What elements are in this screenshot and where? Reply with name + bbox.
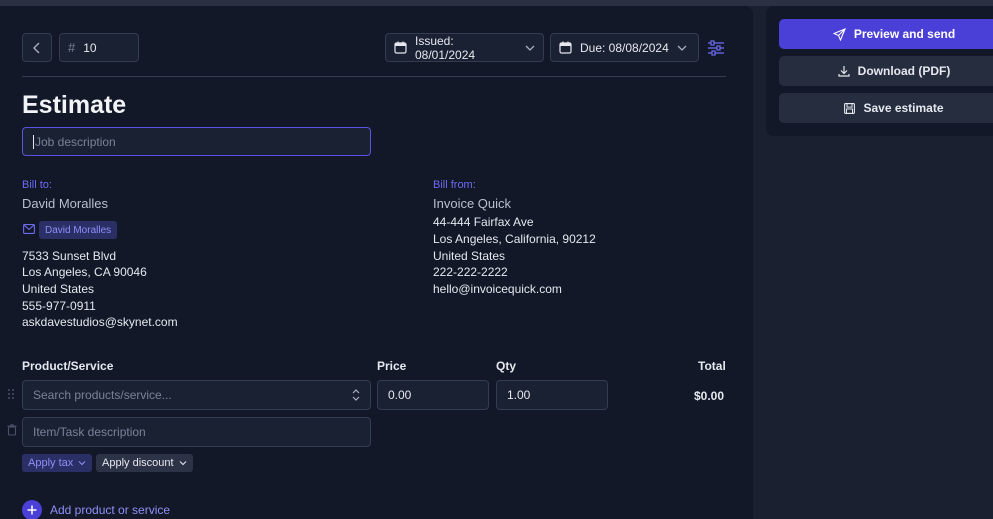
bill-from-label: Bill from: [433,179,476,191]
issued-date-picker[interactable]: Issued: 08/01/2024 [385,33,544,62]
hash-icon: # [68,40,76,55]
plus-circle-icon [22,500,42,519]
item-description-placeholder: Item/Task description [33,425,146,439]
price-input[interactable]: 0.00 [377,380,489,410]
column-header-total: Total [698,359,726,373]
drag-handle-icon[interactable] [7,388,15,400]
issued-date-label: Issued: 08/01/2024 [414,33,476,62]
bill-to-country: United States [22,282,95,296]
price-value: 0.00 [388,388,412,402]
job-description-placeholder: Job description [35,134,116,149]
column-header-product: Product/Service [22,359,114,373]
download-pdf-button[interactable]: Download (PDF) [779,56,993,86]
chevron-down-icon [677,45,687,51]
item-description-input[interactable]: Item/Task description [22,417,371,447]
download-pdf-label: Download (PDF) [857,64,951,78]
add-product-label: Add product or service [50,503,171,517]
bill-from-phone: 222-222-2222 [433,265,508,279]
apply-discount-button[interactable]: Apply discount [96,454,193,472]
bill-to-label: Bill to: [22,179,52,191]
header-divider [22,76,726,77]
bill-from-country: United States [433,249,506,263]
estimate-number-field[interactable]: # 10 [59,33,139,62]
product-search-placeholder: Search products/service... [33,388,172,402]
chevron-updown-icon [352,389,360,401]
product-search-select[interactable]: Search products/service... [22,380,371,410]
due-date-label: Due: 08/08/2024 [580,40,669,55]
chevron-left-icon [33,42,40,53]
mail-icon [23,224,35,234]
save-estimate-label: Save estimate [863,101,944,115]
bill-from-address2: Los Angeles, California, 90212 [433,232,596,246]
bill-to-name[interactable]: David Moralles [22,196,108,211]
apply-tax-label: Apply tax [28,457,74,469]
chevron-down-icon [179,461,186,466]
bill-from-name[interactable]: Invoice Quick [433,196,511,211]
row-total: $0.00 [694,389,725,403]
calendar-icon [559,41,572,54]
apply-discount-label: Apply discount [102,457,174,469]
download-icon [838,66,850,77]
bill-to-phone: 555-977-0911 [22,299,96,313]
preview-send-button[interactable]: Preview and send [779,19,993,49]
column-header-price: Price [377,359,407,373]
bill-to-address1: 7533 Sunset Blvd [22,249,117,263]
preview-send-label: Preview and send [853,27,956,41]
send-icon [832,27,846,41]
save-icon [844,102,856,114]
bill-from-email: hello@invoicequick.com [433,282,562,296]
estimate-number-value: 10 [83,40,97,55]
chevron-down-icon [78,461,86,466]
bill-from-address1: 44-444 Fairfax Ave [433,215,534,229]
chevron-down-icon [525,45,535,51]
qty-value: 1.00 [507,388,531,402]
calendar-icon [394,41,407,54]
column-header-qty: Qty [496,359,517,373]
apply-tax-button[interactable]: Apply tax [22,454,93,472]
back-button[interactable] [22,33,52,62]
sliders-icon [708,40,724,56]
bill-to-address2: Los Angeles, CA 90046 [22,265,147,279]
due-date-picker[interactable]: Due: 08/08/2024 [550,33,699,62]
save-estimate-button[interactable]: Save estimate [779,93,993,123]
bill-to-email: askdavestudios@skynet.com [22,315,178,329]
qty-input[interactable]: 1.00 [496,380,608,410]
bill-to-email-chip[interactable]: David Moralles [39,221,118,239]
trash-icon[interactable] [7,424,17,436]
document-title: Estimate [22,91,127,119]
add-product-button[interactable]: Add product or service [22,500,170,519]
settings-sliders-button[interactable] [707,39,725,57]
job-description-input[interactable]: Job description [22,127,371,156]
text-cursor [33,134,34,149]
